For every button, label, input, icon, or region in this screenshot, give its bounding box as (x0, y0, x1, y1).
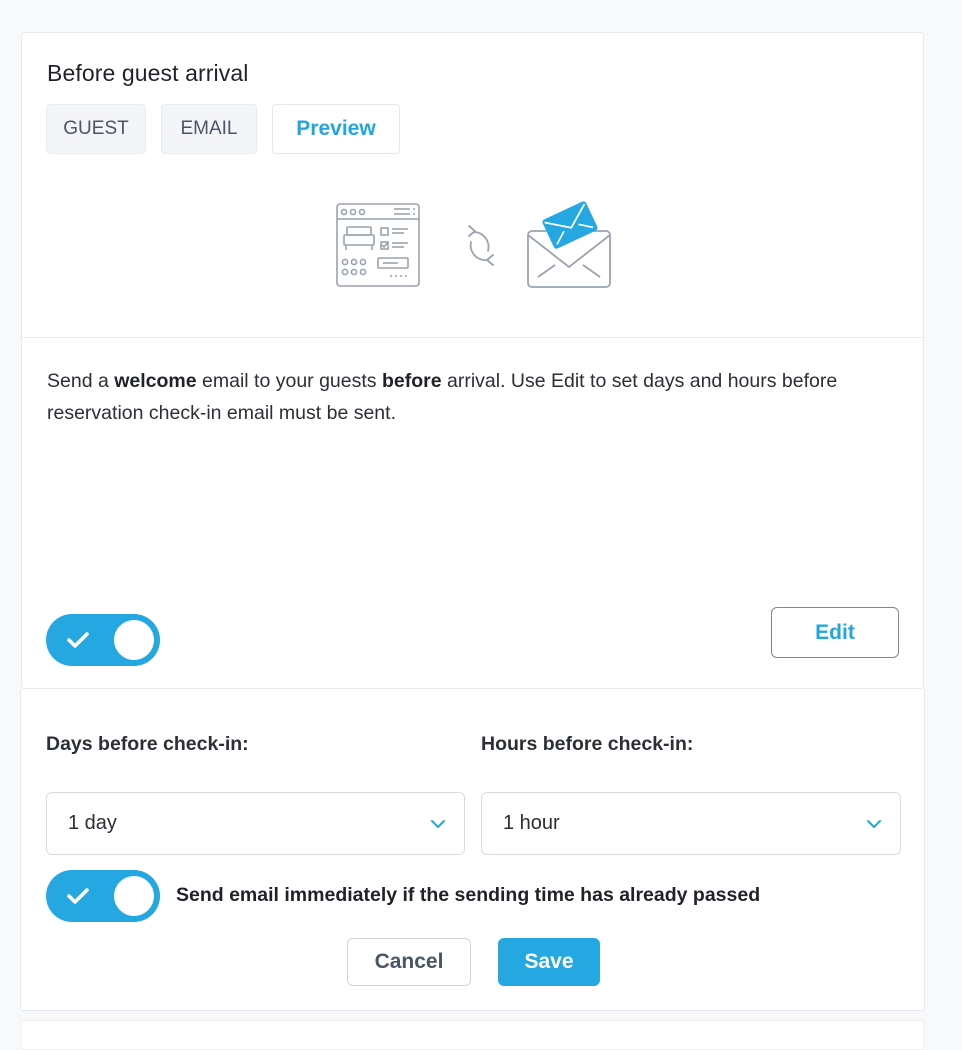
cancel-button[interactable]: Cancel (347, 938, 471, 986)
envelope-icon (527, 201, 611, 288)
sync-icon (468, 225, 494, 266)
desc-text: email to your guests (196, 370, 382, 392)
hours-label: Hours before check-in: (481, 733, 694, 755)
preview-button[interactable]: Preview (272, 104, 400, 154)
card-title: Before guest arrival (47, 60, 249, 86)
edit-button[interactable]: Edit (771, 607, 899, 658)
divider (22, 337, 923, 338)
toggle-knob (114, 620, 154, 660)
tag-guest[interactable]: GUEST (46, 104, 146, 154)
desc-bold-before: before (381, 370, 442, 392)
next-card (21, 1020, 924, 1050)
chevron-down-icon (867, 820, 881, 828)
send-immediately-toggle[interactable] (46, 870, 160, 922)
check-icon (67, 632, 89, 648)
edit-settings-panel: Days before check-in: Hours before check… (20, 689, 925, 1011)
illustration (336, 201, 611, 288)
enable-toggle[interactable] (46, 614, 160, 666)
hours-select-value: 1 hour (503, 812, 560, 834)
desc-bold-welcome: welcome (114, 370, 197, 392)
reservation-calendar-icon (336, 203, 420, 287)
before-arrival-card: Before guest arrival GUEST EMAIL Preview (21, 32, 924, 689)
send-immediately-label: Send email immediately if the sending ti… (176, 884, 761, 906)
chevron-down-icon (431, 820, 445, 828)
tag-email[interactable]: EMAIL (161, 104, 257, 154)
days-label: Days before check-in: (46, 733, 249, 755)
description: Send a welcome email to your guests befo… (47, 365, 897, 429)
desc-text: Send a (47, 370, 115, 392)
save-button[interactable]: Save (498, 938, 600, 986)
toggle-knob (114, 876, 154, 916)
days-select-value: 1 day (68, 812, 117, 834)
hours-select[interactable]: 1 hour (481, 792, 901, 855)
check-icon (67, 888, 89, 904)
days-select[interactable]: 1 day (46, 792, 465, 855)
